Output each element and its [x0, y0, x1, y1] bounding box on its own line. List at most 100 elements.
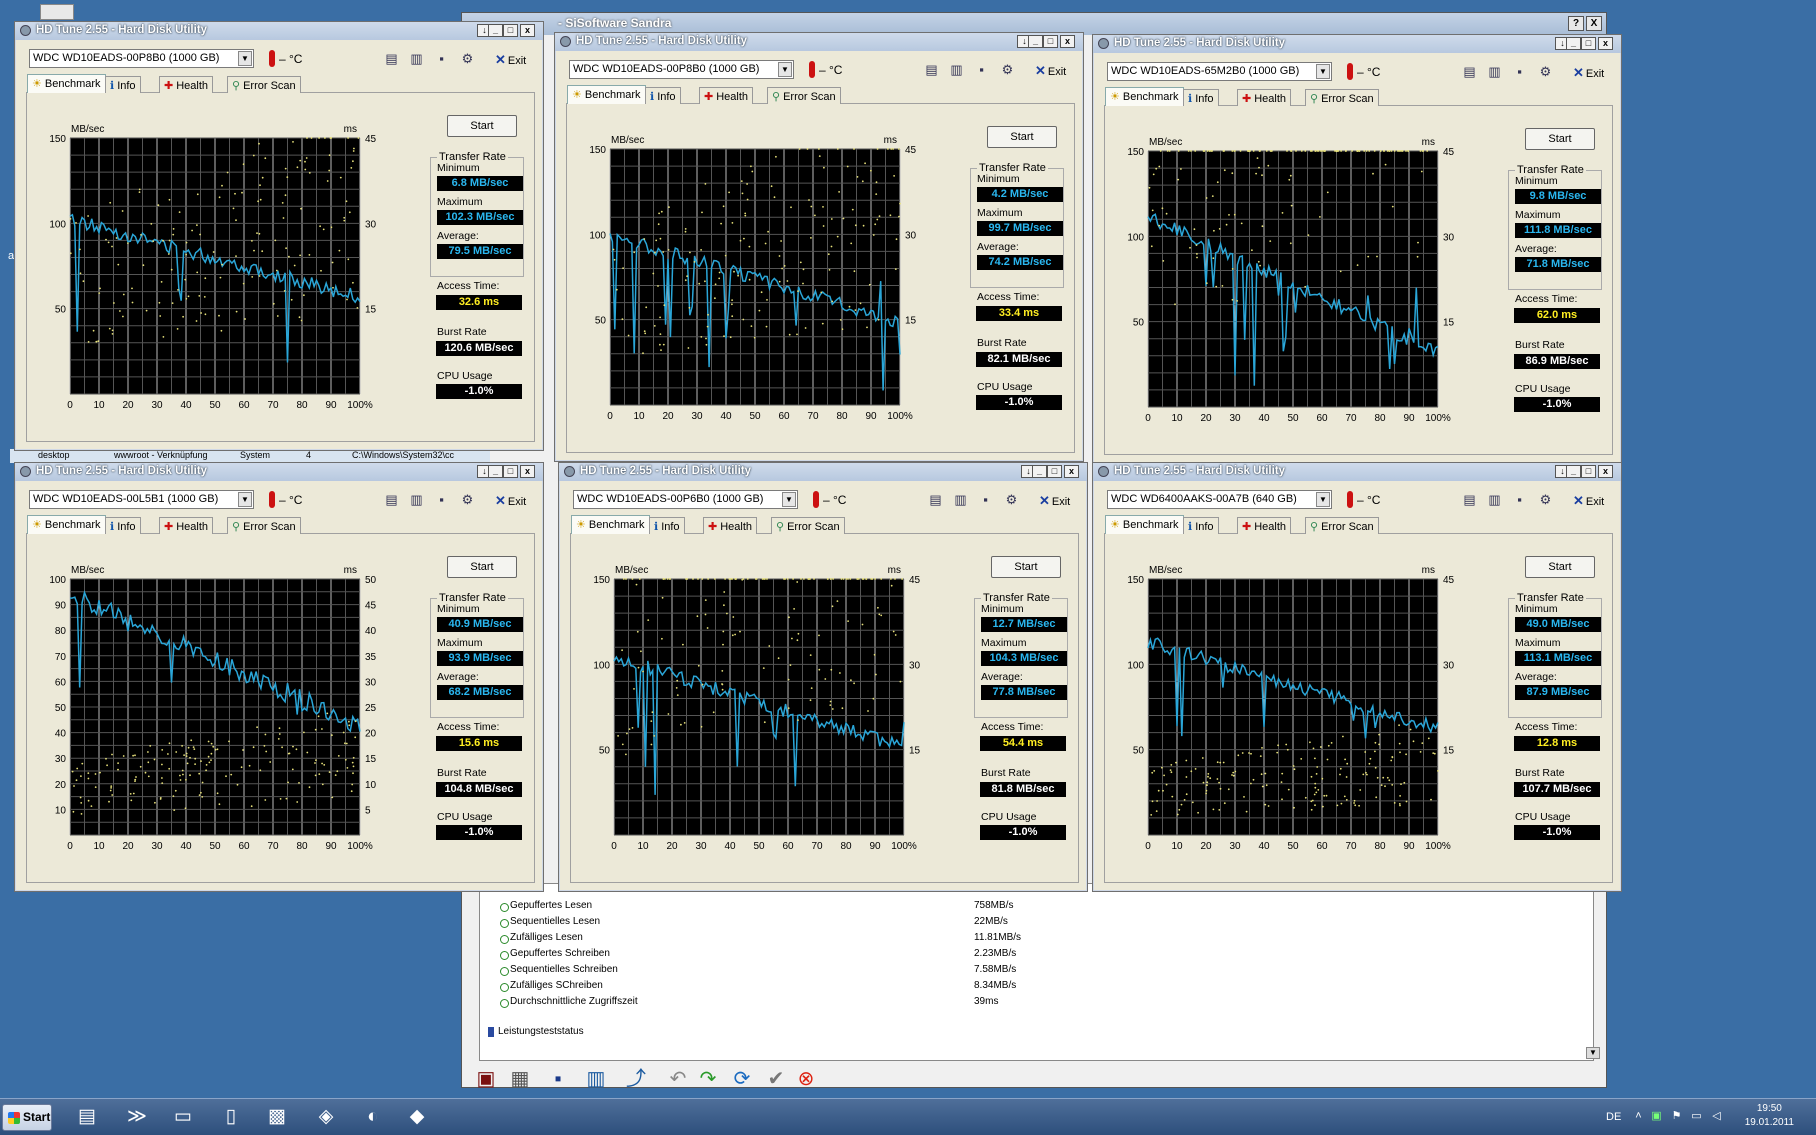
tab-health[interactable]: ✚ Health — [699, 87, 754, 104]
hdtune-window[interactable]: HD Tune 2.55 - Hard Disk Utility ↓ _ □ x WDC … — [554, 32, 1084, 462]
maximize-icon[interactable]: □ — [1581, 465, 1596, 478]
copy-info-icon[interactable]: ▤ — [1461, 492, 1478, 508]
result-row[interactable]: Zufälliges Lesen 11.81MB/s — [488, 932, 1585, 948]
save-icon[interactable]: ▪ — [1511, 64, 1528, 80]
window-titlebar[interactable]: HD Tune 2.55 - Hard Disk Utility ↓ _ □ x — [1093, 463, 1621, 481]
disk-icon[interactable]: ◆ — [400, 1102, 434, 1132]
copy-info-icon[interactable]: ▤ — [383, 492, 400, 508]
chart-icon[interactable]: ▥ — [582, 1065, 610, 1093]
tab-benchmark[interactable]: ☀ Benchmark — [571, 515, 650, 534]
drive-select[interactable]: WDC WD10EADS-00P6B0 (1000 GB) ▼ — [573, 490, 798, 509]
close-icon[interactable]: x — [1064, 465, 1079, 478]
tab-info[interactable]: ℹ Info — [1183, 89, 1219, 106]
status-section[interactable]: Leistungsteststatus — [488, 1026, 1585, 1037]
tab-error-scan[interactable]: ⚲ Error Scan — [1305, 89, 1379, 106]
window-titlebar[interactable]: HD Tune 2.55 - Hard Disk Utility ↓ _ □ x — [15, 463, 543, 481]
minimize-icon[interactable]: _ — [1566, 465, 1581, 478]
exit-button[interactable]: ✕ Exit — [495, 52, 526, 68]
forward-icon[interactable]: ↷ — [694, 1065, 722, 1093]
save-icon[interactable]: ▪ — [433, 492, 450, 508]
tab-error-scan[interactable]: ⚲ Error Scan — [227, 76, 301, 93]
close-icon[interactable]: x — [1598, 465, 1613, 478]
maximize-icon[interactable]: □ — [1043, 35, 1058, 48]
copy-screenshot-icon[interactable]: ▥ — [948, 62, 965, 78]
tab-info[interactable]: ℹ Info — [1183, 517, 1219, 534]
options-icon[interactable]: ⚙ — [1537, 64, 1554, 80]
minimize-icon[interactable]: _ — [1028, 35, 1043, 48]
copy-screenshot-icon[interactable]: ▥ — [408, 51, 425, 67]
maximize-icon[interactable]: □ — [503, 24, 518, 37]
exit-button[interactable]: ✕ Exit — [1035, 63, 1066, 79]
tab-info[interactable]: ℹ Info — [645, 87, 681, 104]
save-icon[interactable]: ▪ — [977, 492, 994, 508]
options-icon[interactable]: ⚙ — [1003, 492, 1020, 508]
drive-select[interactable]: WDC WD10EADS-00P8B0 (1000 GB) ▼ — [29, 49, 254, 68]
chevron-down-icon[interactable]: ▼ — [778, 62, 792, 77]
tab-benchmark[interactable]: ☀ Benchmark — [27, 515, 106, 534]
save-icon[interactable]: ▪ — [1511, 492, 1528, 508]
copy-screenshot-icon[interactable]: ▥ — [952, 492, 969, 508]
clock[interactable]: 19:50 19.01.2011 — [1745, 1102, 1794, 1130]
copy-screenshot-icon[interactable]: ▥ — [1486, 64, 1503, 80]
maximize-icon[interactable]: □ — [1581, 37, 1596, 50]
result-row[interactable]: Gepuffertes Schreiben 2.23MB/s — [488, 948, 1585, 964]
flag-icon[interactable]: ⚑ — [1670, 1110, 1683, 1123]
options-icon[interactable]: ▦ — [506, 1065, 534, 1093]
close-icon[interactable]: x — [1060, 35, 1075, 48]
result-row[interactable]: Zufälliges SChreiben 8.34MB/s — [488, 980, 1585, 996]
tab-info[interactable]: ℹ Info — [649, 517, 685, 534]
hdtune-window[interactable]: HD Tune 2.55 - Hard Disk Utility ↓ _ □ x WDC … — [14, 462, 544, 892]
hdtune-window[interactable]: HD Tune 2.55 - Hard Disk Utility ↓ _ □ x WDC … — [1092, 462, 1622, 892]
tab-error-scan[interactable]: ⚲ Error Scan — [771, 517, 845, 534]
scroll-down-button[interactable]: ▼ — [1586, 1047, 1600, 1059]
exit-button[interactable]: ✕ Exit — [495, 493, 526, 509]
maximize-icon[interactable]: □ — [1047, 465, 1062, 478]
ok-icon[interactable]: ✔ — [762, 1065, 790, 1093]
report-icon[interactable]: ▣ — [472, 1065, 500, 1093]
close-icon[interactable]: x — [520, 465, 535, 478]
gauge-icon[interactable]: ◐ — [356, 1102, 390, 1132]
chevron-down-icon[interactable]: ▼ — [782, 492, 796, 507]
save-icon[interactable]: ▪ — [544, 1065, 572, 1093]
copy-info-icon[interactable]: ▤ — [923, 62, 940, 78]
tab-error-scan[interactable]: ⚲ Error Scan — [767, 87, 841, 104]
tab-info[interactable]: ℹ Info — [105, 76, 141, 93]
cancel-icon[interactable]: ⊗ — [792, 1065, 820, 1093]
hdtune-window[interactable]: HD Tune 2.55 - Hard Disk Utility ↓ _ □ x WDC … — [1092, 34, 1622, 464]
exit-button[interactable]: ✕ Exit — [1573, 493, 1604, 509]
tab-health[interactable]: ✚ Health — [703, 517, 758, 534]
tab-health[interactable]: ✚ Health — [159, 517, 214, 534]
server-manager-icon[interactable]: ▤ — [70, 1102, 104, 1132]
maximize-icon[interactable]: □ — [503, 465, 518, 478]
chevron-down-icon[interactable]: ▼ — [1316, 64, 1330, 79]
result-row[interactable]: Sequentielles Lesen 22MB/s — [488, 916, 1585, 932]
tab-error-scan[interactable]: ⚲ Error Scan — [227, 517, 301, 534]
tab-benchmark[interactable]: ☀ Benchmark — [567, 85, 646, 104]
tab-info[interactable]: ℹ Info — [105, 517, 141, 534]
minimize-icon[interactable]: _ — [1566, 37, 1581, 50]
copy-screenshot-icon[interactable]: ▥ — [1486, 492, 1503, 508]
graph-icon[interactable]: ⤴ — [622, 1065, 650, 1093]
start-button[interactable]: Start — [1525, 128, 1595, 150]
explorer-icon[interactable]: ▭ — [166, 1102, 200, 1132]
window-titlebar[interactable]: HD Tune 2.55 - Hard Disk Utility ↓ _ □ x — [555, 33, 1083, 51]
exit-button[interactable]: ✕ Exit — [1573, 65, 1604, 81]
tab-benchmark[interactable]: ☀ Benchmark — [1105, 87, 1184, 106]
minimize-icon[interactable]: _ — [488, 465, 503, 478]
start-button[interactable]: Start — [991, 556, 1061, 578]
options-icon[interactable]: ⚙ — [999, 62, 1016, 78]
copy-info-icon[interactable]: ▤ — [383, 51, 400, 67]
sandra-help-button[interactable]: ? — [1568, 16, 1584, 31]
network-icon[interactable]: ▣ — [1650, 1110, 1663, 1123]
monitor-icon[interactable]: ▩ — [260, 1102, 294, 1132]
tray-expand-icon[interactable]: ˄ — [1632, 1110, 1645, 1123]
hdtune-icon[interactable]: ▯ — [214, 1102, 248, 1132]
close-icon[interactable]: x — [520, 24, 535, 37]
close-icon[interactable]: x — [1598, 37, 1613, 50]
drive-select[interactable]: WDC WD6400AAKS-00A7B (640 GB) ▼ — [1107, 490, 1332, 509]
minimize-icon[interactable]: _ — [1032, 465, 1047, 478]
drive-select[interactable]: WDC WD10EADS-00L5B1 (1000 GB) ▼ — [29, 490, 254, 509]
desktop-icon[interactable] — [40, 4, 74, 20]
tab-benchmark[interactable]: ☀ Benchmark — [27, 74, 106, 93]
result-row[interactable]: Gepuffertes Lesen 758MB/s — [488, 900, 1585, 916]
